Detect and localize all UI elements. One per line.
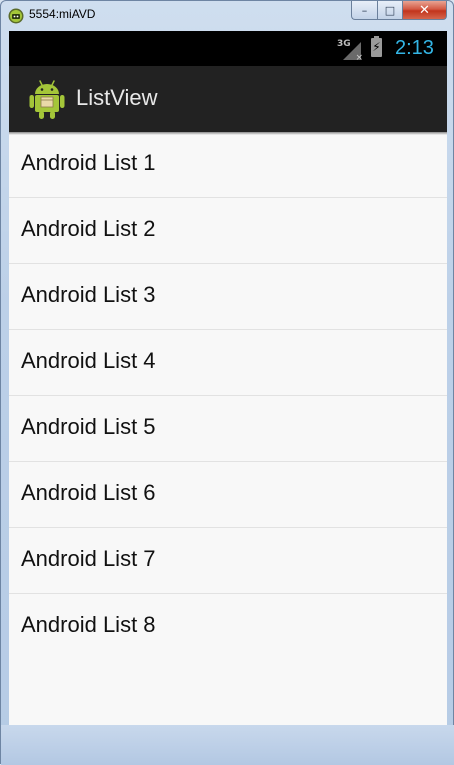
minimize-icon: – xyxy=(361,3,368,17)
list-item-label: Android List 3 xyxy=(21,282,156,307)
window-bottom-frame xyxy=(1,725,454,765)
list-item[interactable]: Android List 6 xyxy=(9,462,447,528)
status-bar: 3G × ⚡ 2:13 xyxy=(9,31,447,66)
list-item-label: Android List 1 xyxy=(21,150,156,175)
list-item[interactable]: Android List 3 xyxy=(9,264,447,330)
list-item[interactable]: Android List 5 xyxy=(9,396,447,462)
list-item[interactable]: Android List 8 xyxy=(9,594,447,660)
list-item-label: Android List 6 xyxy=(21,480,156,505)
window-title: 5554:miAVD xyxy=(29,7,96,21)
status-clock: 2:13 xyxy=(395,37,434,59)
maximize-button[interactable]: □ xyxy=(377,1,403,20)
android-robot-icon[interactable] xyxy=(29,78,65,120)
list-item[interactable]: Android List 2 xyxy=(9,198,447,264)
device-screen: 3G × ⚡ 2:13 ListView Android List 1 Andr… xyxy=(9,31,447,725)
list-view[interactable]: Android List 1 Android List 2 Android Li… xyxy=(9,132,447,660)
mobile-signal-icon: 3G × xyxy=(337,39,363,63)
list-item-label: Android List 4 xyxy=(21,348,156,373)
maximize-icon: □ xyxy=(384,3,396,17)
list-item[interactable]: Android List 1 xyxy=(9,132,447,198)
action-bar-title: ListView xyxy=(76,85,158,110)
list-item[interactable]: Android List 7 xyxy=(9,528,447,594)
close-button[interactable]: ✕ xyxy=(403,1,447,20)
list-item-label: Android List 7 xyxy=(21,546,156,571)
window-controls: – □ ✕ xyxy=(351,1,447,21)
battery-charging-icon: ⚡ xyxy=(371,36,382,57)
network-type-label: 3G xyxy=(337,39,351,49)
charging-bolt-icon: ⚡ xyxy=(372,40,381,54)
window-titlebar[interactable]: 5554:miAVD – □ ✕ xyxy=(1,1,453,30)
close-icon: ✕ xyxy=(419,2,430,18)
emulator-window: 5554:miAVD – □ ✕ 3G × ⚡ 2:13 ListView An… xyxy=(0,0,454,765)
minimize-button[interactable]: – xyxy=(351,1,377,20)
list-item-label: Android List 2 xyxy=(21,216,156,241)
no-data-mark: × xyxy=(355,53,363,63)
list-item-label: Android List 8 xyxy=(21,612,156,637)
emulator-app-icon xyxy=(8,8,24,24)
list-item-label: Android List 5 xyxy=(21,414,156,439)
action-bar: ListView xyxy=(9,66,447,132)
list-item[interactable]: Android List 4 xyxy=(9,330,447,396)
